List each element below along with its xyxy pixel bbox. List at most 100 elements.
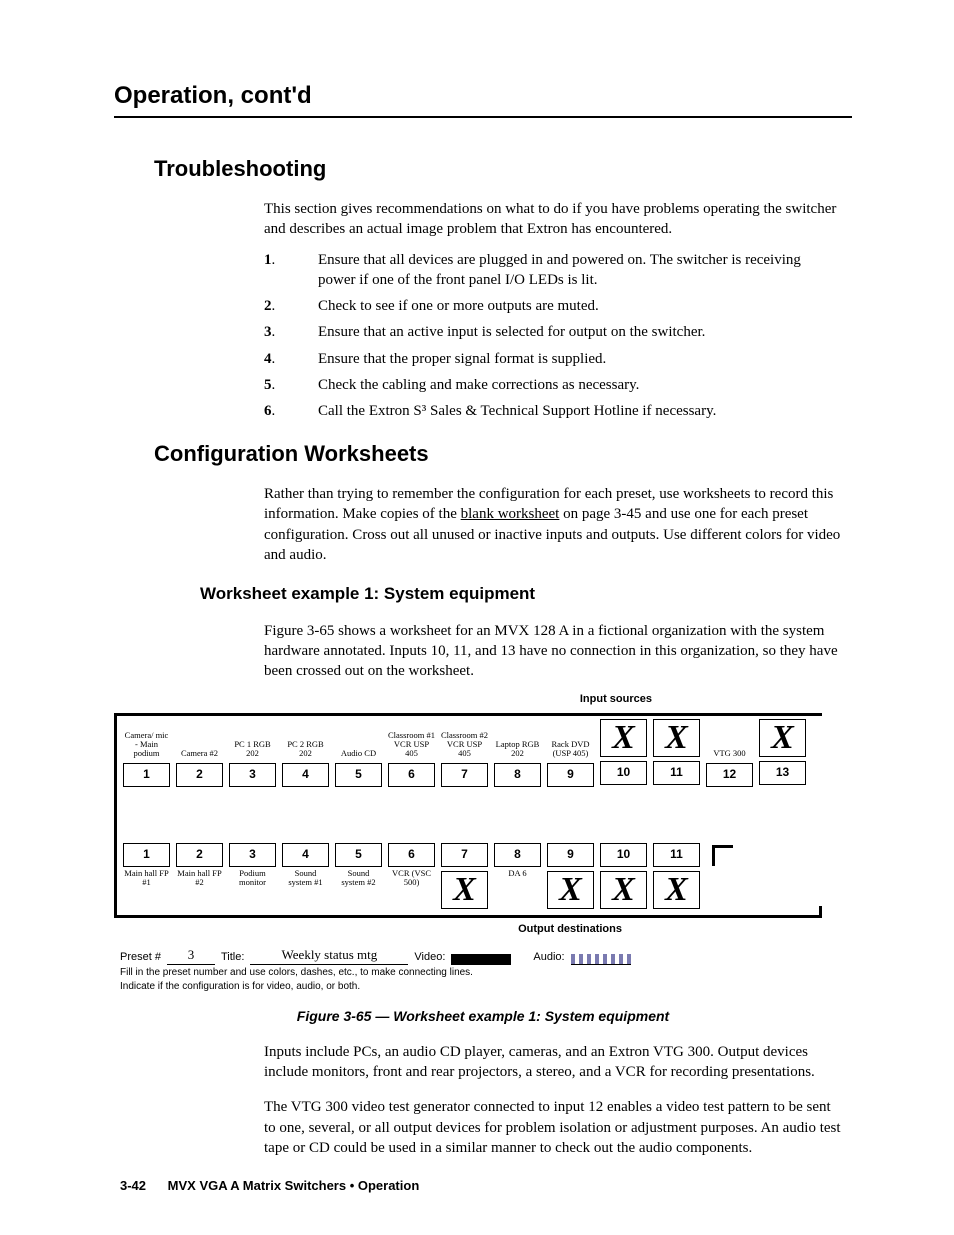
input-cell: Laptop RGB 2028 [494,719,541,787]
video-label: Video: [414,950,445,965]
input-device-label: PC 2 RGB 202 [282,719,329,759]
input-cell: X 11 [653,719,700,787]
heading-troubleshooting: Troubleshooting [154,154,846,184]
x-mark-icon: X [771,721,794,755]
footer-title: MVX VGA A Matrix Switchers • Operation [168,1178,420,1193]
input-cell: Classroom #2 VCR USP 4057 [441,719,488,787]
troubleshooting-step: 5.Check the cabling and make corrections… [264,375,842,395]
step-text: Check to see if one or more outputs are … [318,296,599,316]
x-mark-icon: X [612,873,635,907]
x-mark-icon: X [559,873,582,907]
output-cell: 6VCR (VSC 500) [388,843,435,909]
title-label: Title: [221,950,244,965]
troubleshooting-step: 3.Ensure that an active input is selecte… [264,322,842,342]
output-device-label: Sound system #1 [282,869,329,909]
output-device-label: Podium monitor [229,869,276,909]
input-number-box: 12 [706,763,753,787]
output-number-box: 11 [653,843,700,867]
input-cell: VTG 30012 [706,719,753,787]
output-cell: 1Main hall FP #1 [123,843,170,909]
input-cell: Camera/ mic - Main podium 1 [123,719,170,787]
output-cell: 2Main hall FP #2 [176,843,223,909]
input-number-box: 6 [388,763,435,787]
legend-note-2: Indicate if the configuration is for vid… [120,981,822,993]
input-crossed-out: X [600,719,647,757]
output-crossed-out: X [547,871,594,909]
input-number-box: 1 [123,763,170,787]
input-cell: X10 [600,719,647,787]
output-number-box: 2 [176,843,223,867]
audio-label: Audio: [533,950,564,965]
output-crossed-out: X [600,871,647,909]
input-cell: PC 2 RGB 2024 [282,719,329,787]
output-cell: 3Podium monitor [229,843,276,909]
x-mark-icon: X [612,721,635,755]
input-cell: Camera #2 2 [176,719,223,787]
step-text: Ensure that all devices are plugged in a… [318,250,842,291]
example1-p1: Figure 3-65 shows a worksheet for an MVX… [264,621,842,682]
output-device-label: Main hall FP #1 [123,869,170,909]
output-device-label: DA 6 [508,869,526,909]
output-number-box: 1 [123,843,170,867]
input-number-box: 11 [653,761,700,785]
input-cell: X13 [759,719,806,787]
title-value: Weekly status mtg [250,946,408,965]
input-cell: Audio CD 5 [335,719,382,787]
page-footer: 3-42 MVX VGA A Matrix Switchers • Operat… [120,1177,419,1195]
output-crossed-out: X [653,871,700,909]
output-device-label: Main hall FP #2 [176,869,223,909]
output-number-box: 5 [335,843,382,867]
preset-label: Preset # [120,950,161,965]
output-destinations-label: Output destinations [114,922,822,937]
step-text: Ensure that the proper signal format is … [318,349,606,369]
step-text: Call the Extron S³ Sales & Technical Sup… [318,401,716,421]
input-number-box: 2 [176,763,223,787]
output-number-box: 10 [600,843,647,867]
input-number-box: 9 [547,763,594,787]
running-header: Operation, cont'd [114,80,846,112]
input-device-label: Camera/ mic - Main podium [123,719,170,759]
heading-worksheet-example-1: Worksheet example 1: System equipment [200,583,846,606]
output-cell: 10 X [600,843,647,909]
output-number-box: 9 [547,843,594,867]
legend-note-1: Fill in the preset number and use colors… [120,967,822,979]
video-swatch [451,954,511,965]
page-number: 3-42 [120,1178,146,1193]
step-number: 2. [264,296,318,316]
output-cell: 4Sound system #1 [282,843,329,909]
input-device-label: Audio CD [341,719,376,759]
example1-p3: The VTG 300 video test generator connect… [264,1097,842,1158]
input-crossed-out: X [653,719,700,757]
output-cell: 9X [547,843,594,909]
troubleshooting-intro: This section gives recommendations on wh… [264,199,842,240]
input-cell: Classroom #1 VCR USP 4056 [388,719,435,787]
step-number: 4. [264,349,318,369]
troubleshooting-step: 1.Ensure that all devices are plugged in… [264,250,842,291]
input-number-box: 5 [335,763,382,787]
input-device-label: Camera #2 [181,719,218,759]
output-number-box: 4 [282,843,329,867]
output-crossed-out: X [441,871,488,909]
audio-swatch [571,954,631,965]
output-device-label: Sound system #2 [335,869,382,909]
troubleshooting-step: 4.Ensure that the proper signal format i… [264,349,842,369]
troubleshooting-step: 6.Call the Extron S³ Sales & Technical S… [264,401,842,421]
step-number: 5. [264,375,318,395]
blank-worksheet-link[interactable]: blank worksheet [461,506,560,522]
input-sources-label: Input sources [114,692,822,707]
heading-config-worksheets: Configuration Worksheets [154,439,846,469]
input-number-box: 3 [229,763,276,787]
step-text: Ensure that an active input is selected … [318,322,705,342]
worksheet-figure: Input sources Camera/ mic - Main podium 1… [114,692,822,993]
troubleshooting-step: 2.Check to see if one or more outputs ar… [264,296,842,316]
step-number: 6. [264,401,318,421]
input-cell: Rack DVD (USP 405) 9 [547,719,594,787]
output-cell: 7X [441,843,488,909]
worksheet-legend: Preset # 3 Title: Weekly status mtg Vide… [120,946,822,993]
output-device-label: VCR (VSC 500) [388,869,435,909]
config-worksheets-intro: Rather than trying to remember the confi… [264,484,842,565]
input-crossed-out: X [759,719,806,757]
input-device-label: Rack DVD (USP 405) [547,719,594,759]
step-number: 3. [264,322,318,342]
output-cell: 8DA 6 [494,843,541,909]
